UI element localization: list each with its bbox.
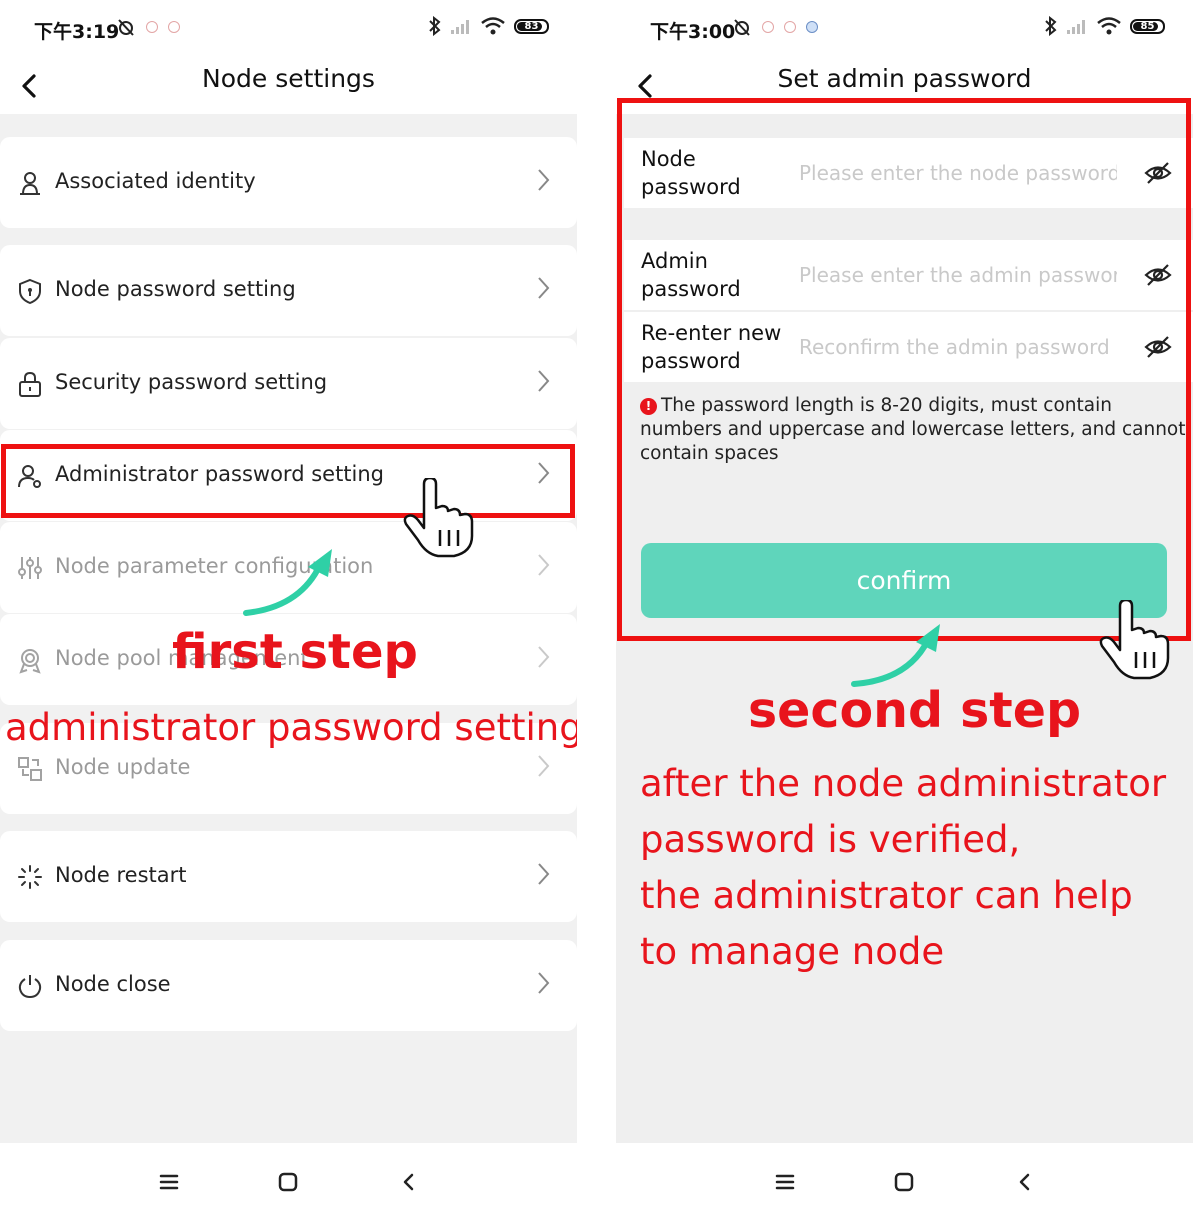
highlight-box [617, 98, 1191, 641]
chevron-right-icon [538, 554, 550, 576]
menu-item-label: Node update [55, 755, 191, 779]
menu-item-security-password[interactable]: Security password setting [0, 338, 577, 429]
user-badge-icon [20, 172, 40, 195]
menu-item-label: Node close [55, 972, 171, 996]
pointing-hand-icon [403, 478, 474, 558]
app-header: Node settings [0, 58, 577, 114]
pointing-hand-icon [1099, 600, 1170, 680]
battery-icon: 83 [514, 18, 549, 34]
alarm-off-icon [734, 19, 750, 36]
notification-icons [732, 17, 818, 37]
battery-icon: 85 [1130, 18, 1165, 34]
menu-item-node-close[interactable]: Node close [0, 940, 577, 1031]
app-notification-icon [762, 21, 774, 33]
alarm-off-icon [118, 19, 134, 36]
page-title: Node settings [202, 64, 375, 93]
battery-level: 85 [1140, 20, 1155, 32]
chevron-right-icon [538, 972, 550, 994]
status-bar: 下午3:00 85 [616, 0, 1193, 58]
signal-icon [451, 20, 469, 34]
curved-arrow-icon [243, 549, 332, 616]
menu-icon[interactable] [770, 1167, 800, 1197]
status-bar: 下午3:19 83 [0, 0, 577, 58]
app-notification-icon [784, 21, 796, 33]
menu-item-node-restart[interactable]: Node restart [0, 831, 577, 922]
second-step-caption-line: password is verified, [640, 818, 1021, 861]
menu-item-label: Security password setting [55, 370, 328, 394]
system-nav-bar [0, 1143, 577, 1219]
wifi-icon [481, 17, 505, 35]
update-icon [18, 757, 42, 781]
curved-arrow-icon [851, 624, 940, 687]
menu-item-label: Node restart [55, 863, 187, 887]
status-right-icons: 83 [428, 16, 549, 36]
power-icon [18, 975, 42, 999]
chevron-right-icon [538, 755, 550, 777]
loading-icon [18, 865, 42, 889]
back-icon[interactable] [394, 1167, 424, 1197]
left-phone-screen: 下午3:19 83 Node settings Associated ident… [0, 0, 577, 1219]
lock-icon [19, 371, 41, 397]
second-step-caption-line: to manage node [640, 930, 945, 973]
home-icon[interactable] [273, 1167, 303, 1197]
chevron-right-icon [538, 370, 550, 392]
second-step-label: second step [748, 682, 1082, 739]
sliders-icon [18, 557, 42, 579]
first-step-caption: administrator password setting [5, 706, 577, 749]
highlight-box [1, 444, 575, 518]
chevron-right-icon [538, 863, 550, 885]
menu-icon[interactable] [154, 1167, 184, 1197]
menu-item-label: Node password setting [55, 277, 296, 301]
battery-level: 83 [524, 20, 539, 32]
status-time: 下午3:19 [34, 21, 120, 43]
menu-item-associated-identity[interactable]: Associated identity [0, 137, 577, 228]
bluetooth-icon [1045, 16, 1057, 36]
app-notification-icon [168, 21, 180, 33]
menu-item-node-password[interactable]: Node password setting [0, 245, 577, 336]
page-title: Set admin password [777, 64, 1032, 93]
badge-icon [19, 649, 41, 674]
shield-icon [19, 278, 41, 305]
bluetooth-icon [429, 16, 441, 36]
signal-icon [1067, 20, 1085, 34]
status-right-icons: 85 [1044, 16, 1165, 36]
chevron-right-icon [538, 646, 550, 668]
chevron-right-icon [538, 277, 550, 299]
chevron-right-icon [538, 169, 550, 191]
second-step-caption-line: after the node administrator [640, 762, 1167, 805]
second-step-caption-line: the administrator can help [640, 874, 1133, 917]
wifi-icon [1097, 17, 1121, 35]
first-step-label: first step [172, 624, 418, 680]
menu-item-label: Associated identity [55, 169, 256, 193]
home-icon[interactable] [889, 1167, 919, 1197]
notification-icons [116, 17, 180, 37]
system-nav-bar [616, 1143, 1193, 1219]
status-time: 下午3:00 [650, 21, 736, 43]
app-notification-icon [806, 21, 818, 33]
app-notification-icon [146, 21, 158, 33]
back-icon[interactable] [1010, 1167, 1040, 1197]
right-phone-screen: 下午3:00 85 Set admin password Node passwo… [616, 0, 1193, 1219]
screen-separator [577, 0, 616, 1219]
